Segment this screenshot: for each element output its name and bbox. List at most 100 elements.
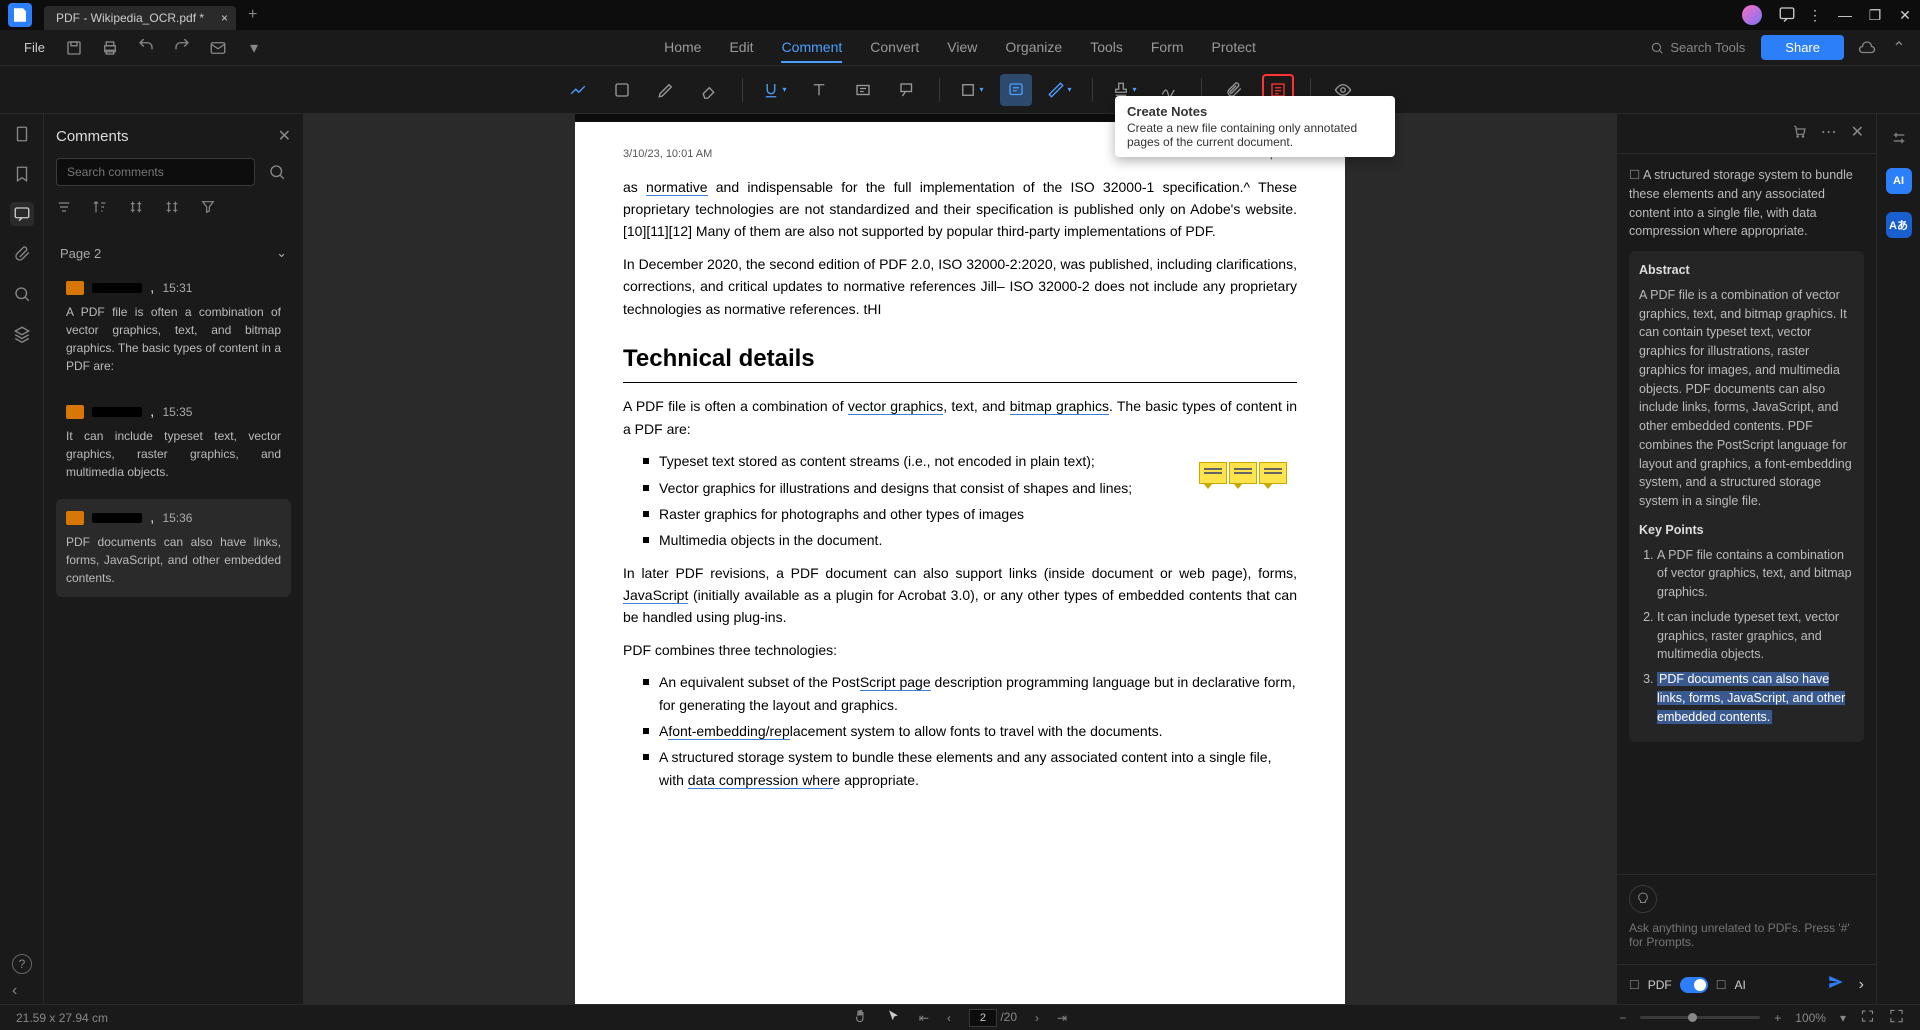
send-icon[interactable]: [1827, 973, 1845, 996]
collapse-icon[interactable]: [164, 198, 180, 221]
cloud-icon[interactable]: [1858, 39, 1876, 57]
highlight-tool[interactable]: [562, 74, 594, 106]
hand-tool-icon[interactable]: [853, 1007, 868, 1028]
tab-view[interactable]: View: [947, 33, 977, 63]
chevron-right-icon[interactable]: ›: [1859, 976, 1864, 994]
note-tool[interactable]: [1000, 74, 1032, 106]
file-menu[interactable]: File: [12, 36, 57, 59]
document-tab[interactable]: PDF - Wikipedia_OCR.pdf * ×: [44, 6, 236, 30]
comment-text: It can include typeset text, vector grap…: [66, 427, 281, 481]
filter-icon[interactable]: [200, 198, 216, 221]
chevron-up-icon[interactable]: ⌃: [1890, 39, 1908, 57]
comment-card[interactable]: ,15:36 PDF documents can also have links…: [56, 499, 291, 597]
sticky-note-icon[interactable]: [1259, 462, 1287, 484]
zoom-in-icon[interactable]: +: [1774, 1011, 1781, 1025]
main-tabs: Home Edit Comment Convert View Organize …: [664, 33, 1256, 63]
first-page-icon[interactable]: ⇤: [919, 1011, 929, 1025]
new-tab-button[interactable]: +: [248, 6, 257, 24]
collapse-left-icon[interactable]: ‹: [12, 982, 17, 1000]
comment-card[interactable]: ,15:31 A PDF file is often a combination…: [56, 269, 291, 385]
select-tool-icon[interactable]: [886, 1007, 901, 1028]
layers-icon[interactable]: [10, 322, 34, 346]
shape-tool[interactable]: ▾: [956, 74, 988, 106]
email-icon[interactable]: [209, 39, 227, 57]
eraser-tool[interactable]: [694, 74, 726, 106]
tab-tools[interactable]: Tools: [1090, 33, 1123, 63]
zoom-slider[interactable]: [1640, 1016, 1760, 1019]
tab-protect[interactable]: Protect: [1212, 33, 1256, 63]
dropdown-icon[interactable]: ▾: [245, 39, 263, 57]
zoom-out-icon[interactable]: −: [1619, 1011, 1626, 1025]
text-tool[interactable]: [803, 74, 835, 106]
ai-badge-icon[interactable]: AI: [1886, 168, 1912, 194]
bookmarks-icon[interactable]: [10, 162, 34, 186]
close-panel-icon[interactable]: ✕: [1851, 122, 1864, 145]
attachments-icon[interactable]: [10, 242, 34, 266]
undo-icon[interactable]: [137, 39, 155, 57]
author-redacted: [92, 407, 142, 417]
cart-icon[interactable]: [1791, 122, 1807, 145]
heading-technical-details: Technical details: [623, 340, 1297, 383]
measure-tool[interactable]: ▾: [1044, 74, 1076, 106]
prev-page-icon[interactable]: ‹: [947, 1011, 951, 1025]
sort-icon[interactable]: [56, 198, 72, 221]
redo-icon[interactable]: [173, 39, 191, 57]
sticky-note-icon[interactable]: [1199, 462, 1227, 484]
document-viewport[interactable]: 3/10/23, 10:01 AM PDF - Wikipedia as nor…: [304, 114, 1616, 1004]
keypoint-item: PDF documents can also have links, forms…: [1657, 670, 1854, 726]
page-input[interactable]: [969, 1009, 997, 1027]
window-minimize-icon[interactable]: —: [1838, 7, 1852, 23]
menu-dots-icon[interactable]: ⋮: [1808, 7, 1822, 24]
search-icon[interactable]: [263, 158, 291, 186]
thumbnails-icon[interactable]: [10, 122, 34, 146]
callout-tool[interactable]: [891, 74, 923, 106]
search-tools[interactable]: Search Tools: [1650, 40, 1745, 55]
search-input[interactable]: [56, 158, 255, 186]
tab-form[interactable]: Form: [1151, 33, 1184, 63]
settings-icon[interactable]: [1887, 126, 1911, 150]
fullscreen-icon[interactable]: [1889, 1007, 1904, 1028]
tab-close-icon[interactable]: ×: [221, 11, 228, 25]
expand-icon[interactable]: [128, 198, 144, 221]
comment-card[interactable]: ,15:35 It can include typeset text, vect…: [56, 393, 291, 491]
comments-rail-icon[interactable]: [10, 202, 34, 226]
app-logo-icon[interactable]: [8, 3, 32, 27]
link-javascript[interactable]: JavaScript: [623, 587, 688, 604]
tab-convert[interactable]: Convert: [870, 33, 919, 63]
page-group-header[interactable]: Page 2 ⌄: [56, 237, 291, 269]
area-highlight-tool[interactable]: [606, 74, 638, 106]
zoom-dropdown-icon[interactable]: ▾: [1840, 1011, 1846, 1025]
window-maximize-icon[interactable]: ❐: [1868, 7, 1882, 24]
link-bitmap-graphics[interactable]: bitmap graphics: [1010, 398, 1109, 415]
underline-tool[interactable]: ▾: [759, 74, 791, 106]
panel-close-icon[interactable]: ✕: [278, 126, 291, 146]
sticky-note-icon[interactable]: [1229, 462, 1257, 484]
tab-edit[interactable]: Edit: [729, 33, 753, 63]
fit-page-icon[interactable]: [1860, 1007, 1875, 1028]
help-icon[interactable]: ?: [12, 954, 32, 974]
user-avatar[interactable]: [1742, 5, 1762, 25]
pdf-ai-toggle[interactable]: [1680, 977, 1708, 993]
chat-input[interactable]: [1629, 921, 1864, 949]
save-icon[interactable]: [65, 39, 83, 57]
pencil-tool[interactable]: [650, 74, 682, 106]
tab-home[interactable]: Home: [664, 33, 701, 63]
search-rail-icon[interactable]: [10, 282, 34, 306]
share-button[interactable]: Share: [1761, 35, 1844, 60]
chat-icon[interactable]: [1778, 5, 1792, 26]
sort-asc-icon[interactable]: [92, 198, 108, 221]
more-icon[interactable]: ⋯: [1821, 122, 1837, 145]
link-vector-graphics[interactable]: vector graphics: [848, 398, 943, 415]
status-bar: 21.59 x 27.94 cm ⇤ ‹ /20 › ⇥ − + 100%▾: [0, 1004, 1920, 1030]
next-page-icon[interactable]: ›: [1035, 1011, 1039, 1025]
text-box-tool[interactable]: [847, 74, 879, 106]
print-icon[interactable]: [101, 39, 119, 57]
link-normative[interactable]: normative: [646, 179, 707, 196]
window-close-icon[interactable]: ✕: [1898, 7, 1912, 24]
tab-organize[interactable]: Organize: [1005, 33, 1062, 63]
last-page-icon[interactable]: ⇥: [1057, 1011, 1067, 1025]
tab-comment[interactable]: Comment: [782, 33, 843, 63]
suggestion-icon[interactable]: [1629, 885, 1657, 913]
author-redacted: [92, 513, 142, 523]
ai-translate-icon[interactable]: Aあ: [1886, 212, 1912, 238]
